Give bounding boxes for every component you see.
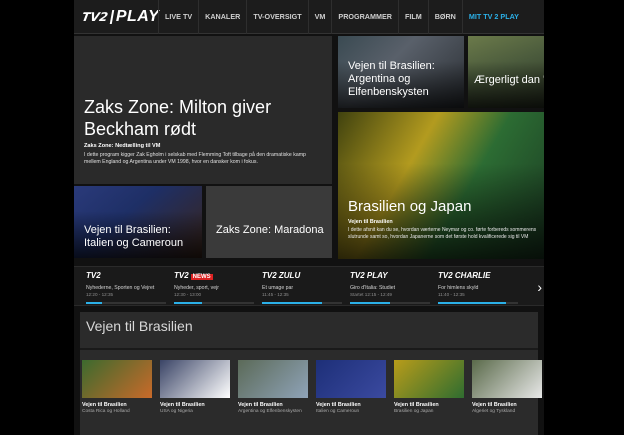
thumbnail-image — [82, 360, 152, 398]
channel-logo: TV2 — [86, 271, 101, 280]
channel-time: 12:20 - 12:35 — [86, 292, 114, 297]
channel-logo: TV2 CHARLIE — [438, 271, 491, 280]
playlist-item-subtitle: Italien og Cameroun — [316, 409, 360, 414]
nav-item-kanaler[interactable]: KANALER — [198, 0, 246, 34]
tile-title: Zaks Zone: Milton giver Beckham rødt — [84, 97, 272, 139]
playlist-panel: Vejen til Brasilien Vejen til Brasilien C… — [80, 312, 542, 435]
progress-bar — [350, 302, 430, 304]
logo-tv2: TV2 — [80, 10, 115, 24]
playlist-item-subtitle: USA og Nigeria — [160, 409, 193, 414]
news-badge: NEWS — [190, 274, 213, 280]
playlist-item-title: Vejen til Brasilien — [472, 402, 517, 408]
tile-brasilien-japan[interactable]: Brasilien og Japan Vejen til Brasilien I… — [338, 112, 544, 259]
nav-menu: LIVE TV KANALER TV-OVERSIGT VM PROGRAMME… — [158, 0, 525, 34]
playlist-item[interactable]: Vejen til Brasilien Costa Rica og Holland — [82, 360, 152, 415]
thumbnail-image — [472, 360, 542, 398]
nav-item-live-tv[interactable]: LIVE TV — [158, 0, 198, 34]
tile-description: I dette afsnit kan du se, hvordan værter… — [348, 227, 537, 240]
channel-program: Giro d'Italia: Studiet — [350, 285, 396, 291]
channel-tv2[interactable]: TV2 Nyhederne, Sporten og Vejret 12:20 -… — [82, 267, 168, 307]
playlist-item-subtitle: Brasilien og Japan — [394, 409, 434, 414]
progress-bar — [262, 302, 342, 304]
playlist-item[interactable]: Vejen til Brasilien Algeriet og Tyskland — [472, 360, 542, 415]
channel-time: 12:30 - 13:00 — [174, 292, 202, 297]
app-frame: TV2 PLAY LIVE TV KANALER TV-OVERSIGT VM … — [74, 0, 544, 435]
playlist-item-title: Vejen til Brasilien — [316, 402, 361, 408]
channel-tv2-news[interactable]: TV2 NEWS Nyheder, sport, vejr 12:30 - 13:… — [170, 267, 256, 307]
thumbnail-image — [394, 360, 464, 398]
progress-bar — [438, 302, 518, 304]
progress-bar — [86, 302, 166, 304]
divider — [80, 348, 538, 350]
channel-logo: TV2 PLAY — [350, 271, 388, 280]
channel-logo: TV2 ZULU — [262, 271, 301, 280]
chevron-right-icon[interactable]: › — [537, 279, 542, 295]
playlist-item-title: Vejen til Brasilien — [160, 402, 205, 408]
playlist-item-title: Vejen til Brasilien — [238, 402, 283, 408]
nav-item-vm[interactable]: VM — [307, 0, 332, 34]
tv2-play-logo[interactable]: TV2 PLAY — [80, 6, 160, 28]
playlist-item-subtitle: Algeriet og Tyskland — [472, 409, 516, 414]
tile-aergerligt[interactable]: Ærgerligt dan '02 — [468, 36, 544, 108]
nav-item-film[interactable]: FILM — [397, 0, 428, 34]
playlist-item[interactable]: Vejen til Brasilien Brasilien og Japan — [394, 360, 464, 415]
thumbnail-image — [316, 360, 386, 398]
channel-program: Nyheder, sport, vejr — [174, 285, 219, 291]
tile-title: Zaks Zone: Maradona — [216, 224, 324, 236]
channel-program: Et umage par — [262, 285, 294, 291]
playlist-item-subtitle: Costa Rica og Holland — [82, 409, 130, 414]
thumbnail-image — [238, 360, 308, 398]
channel-tv2-zulu[interactable]: TV2 ZULU Et umage par 11:45 - 12:35 — [258, 267, 344, 307]
playlist-item[interactable]: Vejen til Brasilien USA og Nigeria — [160, 360, 230, 415]
nav-item-boern[interactable]: BØRN — [427, 0, 462, 34]
tile-subtitle: Vejen til Brasilien — [348, 219, 393, 225]
channel-time: 11:40 - 12:35 — [438, 292, 465, 297]
playlist-item-title: Vejen til Brasilien — [82, 402, 127, 408]
tile-title: Vejen til Brasilien: Italien og Cameroun — [84, 224, 184, 249]
channel-time: Startet 12:15 - 12:49 — [350, 292, 392, 297]
channel-tv2-charlie[interactable]: TV2 CHARLIE For himlens skyld 11:40 - 12… — [434, 267, 520, 307]
live-channel-strip: TV2 Nyhederne, Sporten og Vejret 12:20 -… — [74, 266, 544, 306]
playlist-item-title: Vejen til Brasilien — [394, 402, 439, 408]
tile-title: Brasilien og Japan — [348, 198, 472, 215]
tile-title: Ærgerligt dan '02 — [474, 74, 544, 86]
tile-title: Vejen til Brasilien: Argentina og Elfenb… — [348, 60, 435, 98]
tile-zaks-zone-maradona[interactable]: Zaks Zone: Maradona — [206, 186, 332, 258]
channel-tv2-play[interactable]: TV2 PLAY Giro d'Italia: Studiet Startet … — [346, 267, 432, 307]
nav-item-programmer[interactable]: PROGRAMMER — [331, 0, 398, 34]
channel-program: For himlens skyld — [438, 285, 479, 291]
tile-subtitle: Zaks Zone: Nedtælling til VM — [84, 143, 161, 149]
progress-bar — [174, 302, 254, 304]
channel-program: Nyhederne, Sporten og Vejret — [86, 285, 155, 291]
top-navigation: TV2 PLAY LIVE TV KANALER TV-OVERSIGT VM … — [74, 0, 544, 34]
nav-item-mit-tv2-play[interactable]: MIT TV 2 PLAY — [461, 0, 525, 34]
tile-italien-cameroun[interactable]: Vejen til Brasilien: Italien og Cameroun — [74, 186, 202, 258]
playlist-item[interactable]: Vejen til Brasilien Argentina og Elfenben… — [238, 360, 308, 415]
tile-description: I dette program kigger Zak Egholm i sels… — [84, 152, 306, 165]
channel-logo: TV2 NEWS — [174, 271, 213, 280]
logo-play: PLAY — [115, 8, 160, 25]
playlist-item[interactable]: Vejen til Brasilien Italien og Cameroun — [316, 360, 386, 415]
playlist-heading: Vejen til Brasilien — [86, 318, 193, 334]
channel-time: 11:45 - 12:35 — [262, 292, 289, 297]
playlist-item-subtitle: Argentina og Elfenbenskysten — [238, 409, 302, 414]
tile-argentina-elfenbenskysten[interactable]: Vejen til Brasilien: Argentina og Elfenb… — [338, 36, 464, 108]
nav-item-tv-oversigt[interactable]: TV-OVERSIGT — [246, 0, 307, 34]
featured-tile-zaks-zone-beckham[interactable]: Zaks Zone: Milton giver Beckham rødt Zak… — [74, 36, 332, 184]
thumbnail-image — [160, 360, 230, 398]
